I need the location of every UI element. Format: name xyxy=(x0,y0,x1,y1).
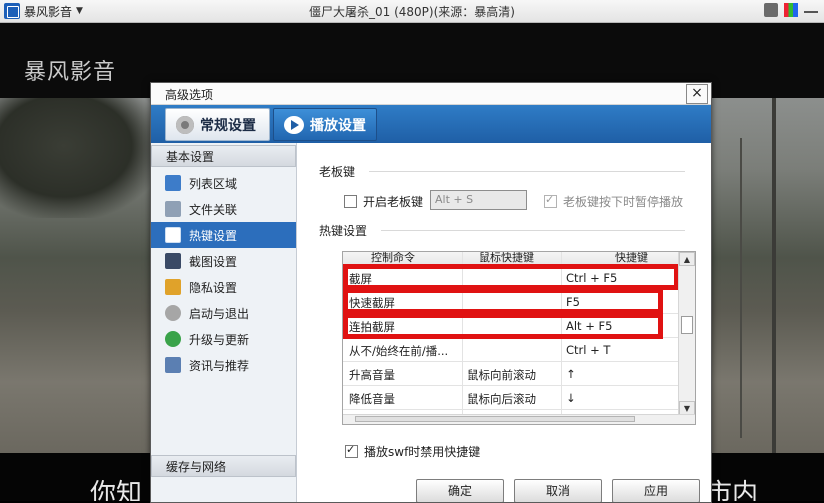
subtitle-text: 市内 xyxy=(706,479,759,501)
boss-key-input[interactable]: Alt + S xyxy=(430,190,527,210)
close-button[interactable]: × xyxy=(686,84,708,104)
disable-hotkeys-swf-label: 播放swf时禁用快捷键 xyxy=(364,445,481,459)
key-shortcut-cell: ↓ xyxy=(566,391,576,405)
command-cell: 从不/始终在前/播... xyxy=(349,344,449,358)
scroll-thumb[interactable] xyxy=(681,316,693,334)
command-cell: 升高音量 xyxy=(349,368,395,382)
sidebar-group-basic[interactable]: 基本设置 xyxy=(151,145,296,167)
sidebar-item-hotkeys[interactable]: 热键设置 xyxy=(151,222,296,248)
scroll-down-icon[interactable]: ▼ xyxy=(679,401,695,415)
table-vertical-scrollbar[interactable]: ▲ ▼ xyxy=(678,252,695,415)
pause-on-boss-key-label: 老板键按下时暂停播放 xyxy=(563,195,684,209)
sidebar-item-privacy[interactable]: 隐私设置 xyxy=(151,274,296,300)
hotkey-icon xyxy=(165,227,181,243)
cancel-button[interactable]: 取消 xyxy=(514,479,602,502)
sidebar-item-screenshot[interactable]: 截图设置 xyxy=(151,248,296,274)
section-title-boss-key: 老板键 xyxy=(319,165,356,179)
table-horizontal-scrollbar[interactable] xyxy=(343,414,695,424)
enable-boss-key-checkbox[interactable] xyxy=(344,195,357,208)
video-scene-pole xyxy=(740,138,742,438)
divider xyxy=(369,171,685,172)
table-row[interactable]: 升高音量 鼠标向前滚动 ↑ xyxy=(343,362,678,386)
tab-label: 常规设置 xyxy=(200,117,256,134)
sidebar-item-file-association[interactable]: 文件关联 xyxy=(151,196,296,222)
video-scene-tree xyxy=(0,98,160,218)
hotkey-table: 控制命令 鼠标快捷键 快捷键 截屏 Ctrl + F5 快速截屏 F5 连拍截屏… xyxy=(342,251,696,425)
table-row[interactable]: 从不/始终在前/播... Ctrl + T xyxy=(343,338,678,362)
subtitle-text: 你知 xyxy=(90,479,143,501)
skin-icon[interactable] xyxy=(784,3,798,17)
column-header: 快捷键 xyxy=(615,251,648,264)
pause-on-boss-key-checkbox[interactable] xyxy=(544,193,557,208)
dialog-title: 高级选项 xyxy=(165,88,214,102)
mouse-shortcut-cell: 鼠标向前滚动 xyxy=(467,368,536,382)
sidebar-item-startup[interactable]: 启动与退出 xyxy=(151,300,296,326)
settings-sidebar: 基本设置 列表区域 文件关联 热键设置 截图设置 隐私设置 启动与退出 升级与更… xyxy=(151,143,297,502)
scroll-thumb[interactable] xyxy=(355,416,635,422)
mouse-shortcut-cell: 鼠标向后滚动 xyxy=(467,392,536,406)
enable-boss-key-label: 开启老板键 xyxy=(363,195,424,209)
tab-bar: 常规设置 播放设置 xyxy=(151,105,711,143)
list-icon xyxy=(165,175,181,191)
highlight-box xyxy=(343,264,679,290)
dialog-title-bar: 高级选项 × xyxy=(151,83,711,105)
player-title-bar: 暴风影音 ▼ 僵尸大屠杀_01 (480P)(来源：暴高清) xyxy=(0,0,824,23)
news-icon xyxy=(165,357,181,373)
play-settings-icon xyxy=(284,115,304,134)
sidebar-item-label: 升级与更新 xyxy=(189,332,250,347)
gear-icon xyxy=(176,115,194,134)
column-header: 控制命令 xyxy=(371,251,415,264)
sidebar-group-cache[interactable]: 缓存与网络 xyxy=(151,455,296,477)
key-shortcut-cell: ↑ xyxy=(566,367,576,381)
command-cell: 降低音量 xyxy=(349,392,395,406)
highlight-box xyxy=(343,288,663,314)
divider xyxy=(381,230,685,231)
apply-button[interactable]: 应用 xyxy=(612,479,700,502)
video-watermark-logo: 暴风影音 xyxy=(24,60,117,85)
sidebar-item-update[interactable]: 升级与更新 xyxy=(151,326,296,352)
sidebar-item-label: 隐私设置 xyxy=(189,280,238,295)
tab-general-settings[interactable]: 常规设置 xyxy=(165,108,270,141)
message-icon[interactable] xyxy=(764,3,778,17)
sidebar-item-list-area[interactable]: 列表区域 xyxy=(151,170,296,196)
disable-hotkeys-swf-checkbox[interactable] xyxy=(345,443,358,458)
scroll-up-icon[interactable]: ▲ xyxy=(679,252,695,266)
video-scene-pole xyxy=(772,98,776,453)
window-title: 僵尸大屠杀_01 (480P)(来源：暴高清) xyxy=(309,5,515,19)
sidebar-item-label: 截图设置 xyxy=(189,254,238,269)
startup-icon xyxy=(165,305,181,321)
file-icon xyxy=(165,201,181,217)
settings-panel: 老板键 开启老板键 Alt + S 老板键按下时暂停播放 热键设置 控制命令 鼠… xyxy=(297,143,711,502)
column-header: 鼠标快捷键 xyxy=(479,251,534,264)
sidebar-item-label: 文件关联 xyxy=(189,202,238,217)
section-title-hotkeys: 热键设置 xyxy=(319,224,368,238)
minimize-icon[interactable] xyxy=(804,3,818,13)
sidebar-item-label: 资讯与推荐 xyxy=(189,358,250,373)
advanced-options-dialog: 高级选项 × 常规设置 播放设置 基本设置 列表区域 文件关联 热键设置 截图设… xyxy=(150,82,712,503)
key-shortcut-cell: Ctrl + T xyxy=(566,343,611,357)
sidebar-item-news[interactable]: 资讯与推荐 xyxy=(151,352,296,378)
ok-button[interactable]: 确定 xyxy=(416,479,504,502)
update-icon xyxy=(165,331,181,347)
tab-label: 播放设置 xyxy=(310,117,366,134)
sidebar-item-label: 启动与退出 xyxy=(189,306,250,321)
tab-playback-settings[interactable]: 播放设置 xyxy=(273,108,377,141)
sidebar-item-label: 列表区域 xyxy=(189,176,238,191)
highlight-box xyxy=(343,313,663,339)
lock-icon xyxy=(165,279,181,295)
sidebar-item-label: 热键设置 xyxy=(189,228,238,243)
camera-icon xyxy=(165,253,181,269)
table-row[interactable]: 降低音量 鼠标向后滚动 ↓ xyxy=(343,386,678,410)
